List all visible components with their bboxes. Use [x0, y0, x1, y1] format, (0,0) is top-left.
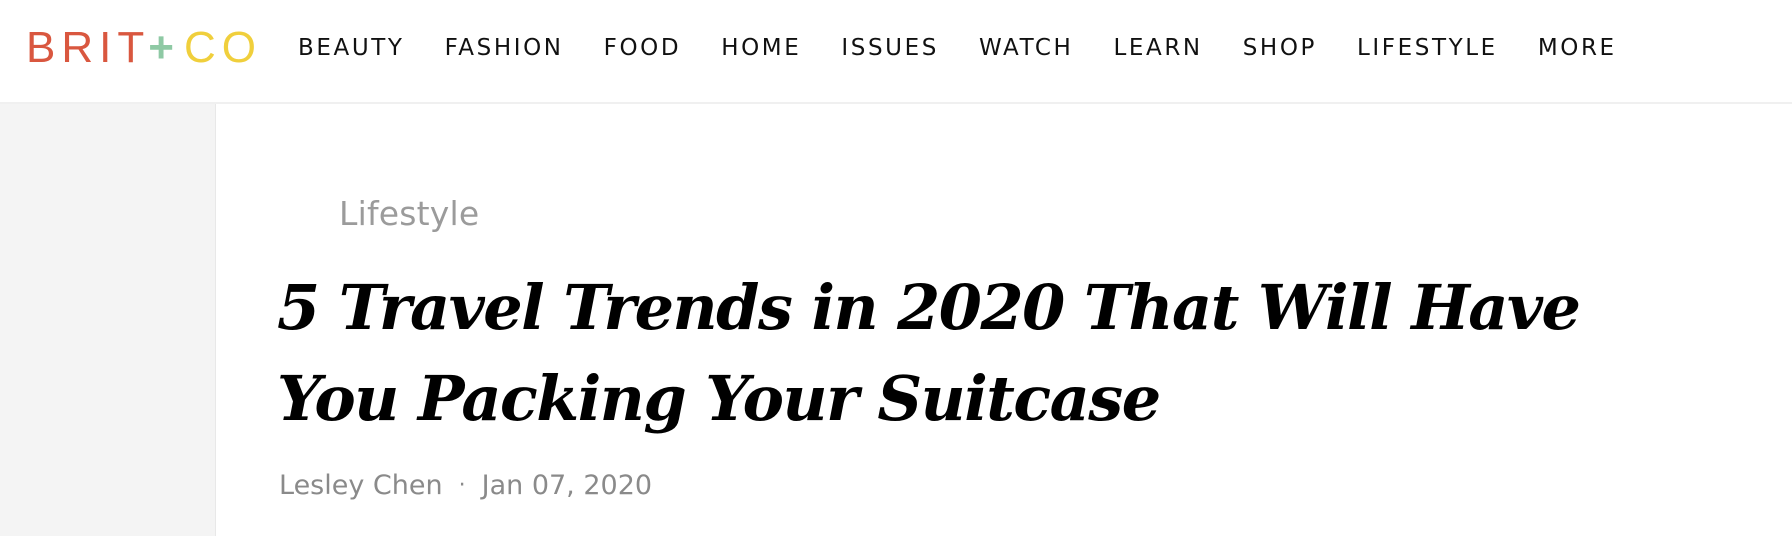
- category-link[interactable]: Lifestyle: [339, 194, 479, 233]
- brit-co-logo[interactable]: BRIT + CO: [26, 24, 262, 72]
- byline: Lesley Chen · Jan 07, 2020: [279, 470, 652, 501]
- nav-item-home[interactable]: HOME: [721, 35, 801, 61]
- left-gutter: [0, 104, 216, 536]
- nav-item-more[interactable]: MORE: [1538, 35, 1617, 61]
- logo-text-brit: BRIT: [26, 23, 151, 72]
- nav-item-watch[interactable]: WATCH: [979, 35, 1074, 61]
- publish-date: Jan 07, 2020: [481, 470, 653, 501]
- byline-separator: ·: [458, 473, 466, 498]
- logo-text-co: CO: [183, 23, 262, 72]
- nav-item-lifestyle[interactable]: LIFESTYLE: [1357, 35, 1498, 61]
- main-nav: BEAUTY FASHION FOOD HOME ISSUES WATCH LE…: [298, 28, 1657, 68]
- nav-item-food[interactable]: FOOD: [604, 35, 682, 61]
- author-link[interactable]: Lesley Chen: [279, 470, 443, 501]
- nav-item-beauty[interactable]: BEAUTY: [298, 35, 405, 61]
- site-header: BRIT + CO BEAUTY FASHION FOOD HOME ISSUE…: [0, 0, 1792, 104]
- nav-item-issues[interactable]: ISSUES: [841, 35, 939, 61]
- article-header: Lifestyle 5 Travel Trends in 2020 That W…: [217, 104, 1792, 536]
- nav-item-shop[interactable]: SHOP: [1243, 35, 1317, 61]
- article-title: 5 Travel Trends in 2020 That Will Have Y…: [277, 271, 1581, 435]
- logo-plus-icon: +: [148, 23, 180, 72]
- nav-item-learn[interactable]: LEARN: [1113, 35, 1202, 61]
- nav-item-fashion[interactable]: FASHION: [445, 35, 564, 61]
